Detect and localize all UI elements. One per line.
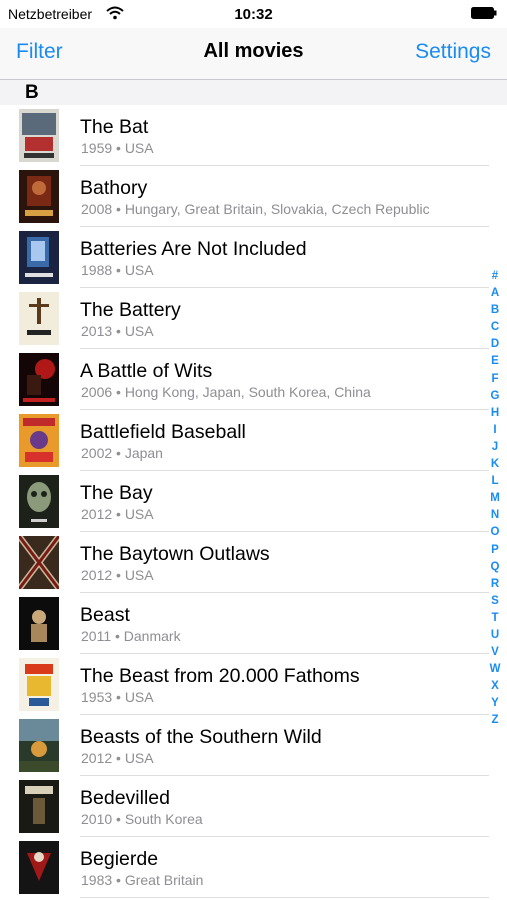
index-letter[interactable]: C [487,319,503,336]
battery-icon [471,7,497,19]
index-letter[interactable]: F [487,371,503,388]
movie-title: The Bat [80,116,149,138]
index-letter[interactable]: M [487,490,503,507]
index-letter[interactable]: A [487,285,503,302]
movie-title: Bedevilled [80,787,170,809]
index-letter[interactable]: U [487,627,503,644]
movie-meta: 2012 • USA [81,750,154,766]
movie-list: The Bat 1959 • USA Bathory 2008 • Hungar… [0,105,507,898]
section-index[interactable]: # A B C D E F G H I J K L M N O P Q R S T U V W X Y Z [487,268,503,730]
index-letter[interactable]: T [487,610,503,627]
movie-title: Bathory [80,177,148,199]
movie-row[interactable]: The Bay 2012 • USA [0,471,507,532]
movie-title: The Bay [80,482,153,504]
movie-row[interactable]: Battlefield Baseball 2002 • Japan [0,410,507,471]
movie-meta: 2011 • Danmark [81,628,181,644]
movie-meta: 2012 • USA [81,506,154,522]
index-letter[interactable]: R [487,576,503,593]
index-letter[interactable]: V [487,644,503,661]
movie-title: The Battery [80,299,181,321]
index-letter[interactable]: B [487,302,503,319]
movie-meta: 2013 • USA [81,323,154,339]
movie-meta: 1983 • Great Britain [81,872,204,888]
section-letter: B [25,82,39,103]
section-header: B [0,80,507,105]
movie-poster-thumbnail [19,536,59,589]
index-letter[interactable]: E [487,353,503,370]
index-letter[interactable]: I [487,422,503,439]
index-letter[interactable]: H [487,405,503,422]
movie-poster-thumbnail [19,780,59,833]
movie-row[interactable]: Bathory 2008 • Hungary, Great Britain, S… [0,166,507,227]
status-bar: Netzbetreiber 10:32 [0,0,507,28]
movie-title: A Battle of Wits [80,360,213,382]
movie-poster-thumbnail [19,292,59,345]
movie-poster-thumbnail [19,719,59,772]
movie-row[interactable]: The Battery 2013 • USA [0,288,507,349]
navigation-bar: Filter All movies Settings [0,28,507,80]
movie-poster-thumbnail [19,231,59,284]
movie-row[interactable]: Bedevilled 2010 • South Korea [0,776,507,837]
movie-poster-thumbnail [19,170,59,223]
movie-meta: 2010 • South Korea [81,811,203,827]
movie-row[interactable]: The Baytown Outlaws 2012 • USA [0,532,507,593]
index-letter[interactable]: D [487,336,503,353]
movie-row[interactable]: The Bat 1959 • USA [0,105,507,166]
index-letter[interactable]: # [487,268,503,285]
index-letter[interactable]: Z [487,712,503,729]
index-letter[interactable]: Q [487,559,503,576]
index-letter[interactable]: O [487,524,503,541]
movie-row[interactable]: Beasts of the Southern Wild 2012 • USA [0,715,507,776]
index-letter[interactable]: J [487,439,503,456]
index-letter[interactable]: W [487,661,503,678]
movie-row[interactable]: A Battle of Wits 2006 • Hong Kong, Japan… [0,349,507,410]
movie-poster-thumbnail [19,597,59,650]
settings-button[interactable]: Settings [415,40,491,64]
movie-title: Battlefield Baseball [80,421,246,443]
index-letter[interactable]: N [487,507,503,524]
movie-poster-thumbnail [19,475,59,528]
movie-meta: 2006 • Hong Kong, Japan, South Korea, Ch… [81,384,371,400]
movie-poster-thumbnail [19,109,59,162]
movie-meta: 1959 • USA [81,140,154,156]
index-letter[interactable]: Y [487,695,503,712]
movie-row[interactable]: The Beast from 20.000 Fathoms 1953 • USA [0,654,507,715]
index-letter[interactable]: X [487,678,503,695]
movie-meta: 1953 • USA [81,689,154,705]
index-letter[interactable]: G [487,388,503,405]
movie-meta: 2012 • USA [81,567,154,583]
movie-poster-thumbnail [19,841,59,894]
movie-title: Beasts of the Southern Wild [80,726,322,748]
movie-row[interactable]: Begierde 1983 • Great Britain [0,837,507,898]
index-letter[interactable]: K [487,456,503,473]
index-letter[interactable]: S [487,593,503,610]
movie-row[interactable]: Batteries Are Not Included 1988 • USA [0,227,507,288]
movie-title: Begierde [80,848,159,870]
movie-poster-thumbnail [19,658,59,711]
movie-meta: 2002 • Japan [81,445,163,461]
movie-poster-thumbnail [19,353,59,406]
movie-title: The Beast from 20.000 Fathoms [80,665,360,687]
movie-meta: 1988 • USA [81,262,154,278]
movie-title: Batteries Are Not Included [80,238,307,260]
movie-title: Beast [80,604,130,626]
index-letter[interactable]: L [487,473,503,490]
movie-title: The Baytown Outlaws [80,543,270,565]
movie-poster-thumbnail [19,414,59,467]
index-letter[interactable]: P [487,542,503,559]
clock: 10:32 [234,6,273,23]
movie-row[interactable]: Beast 2011 • Danmark [0,593,507,654]
movie-meta: 2008 • Hungary, Great Britain, Slovakia,… [81,201,430,217]
